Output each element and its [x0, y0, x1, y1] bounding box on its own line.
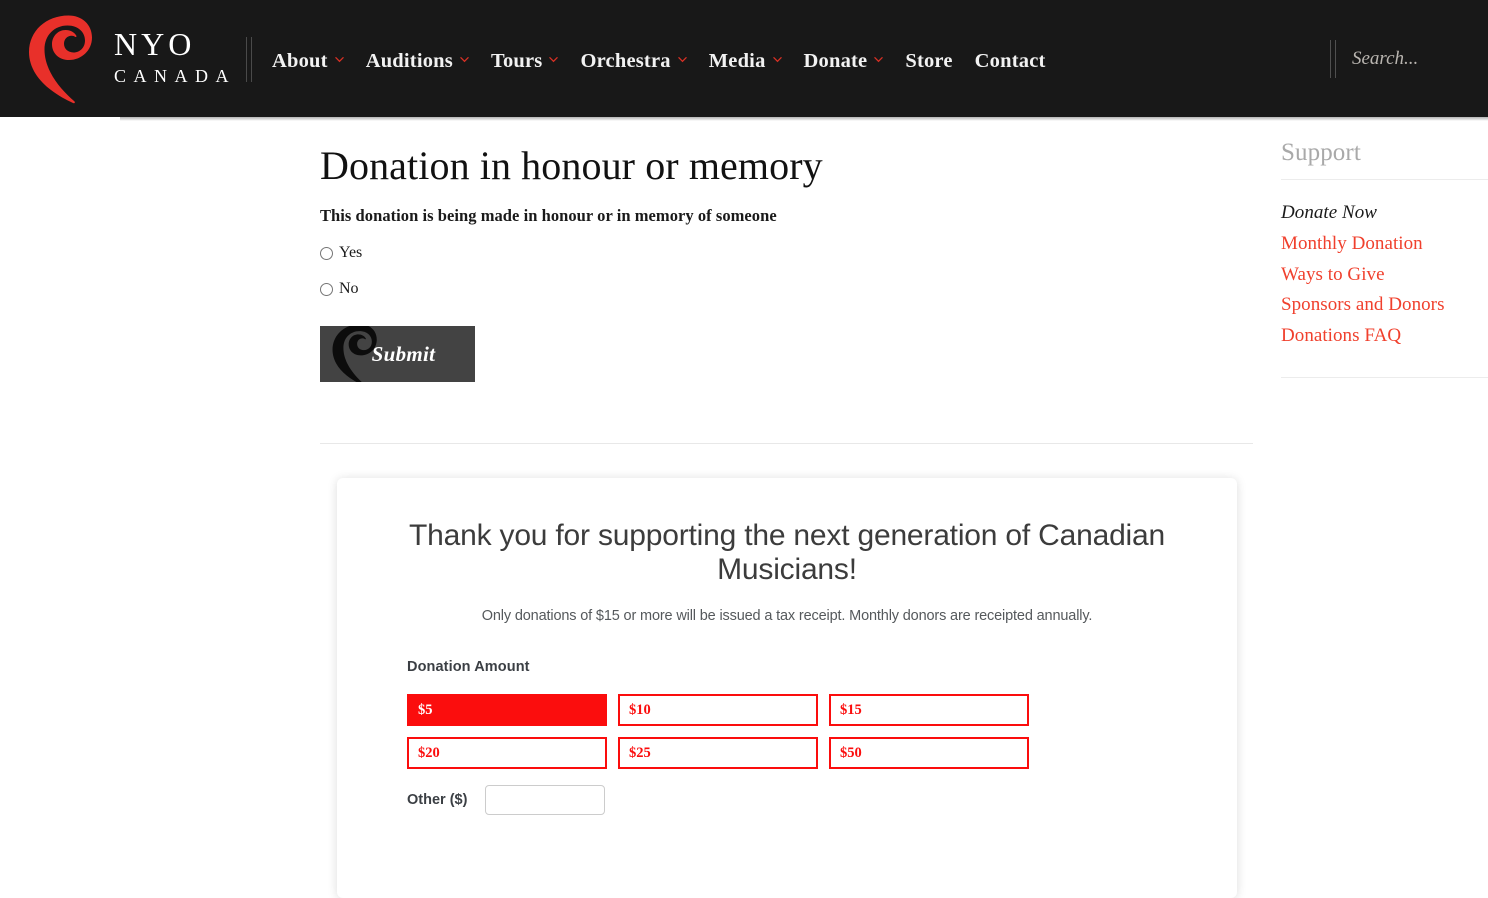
nav-label: Auditions — [365, 49, 453, 72]
radio-option-no[interactable]: No — [320, 280, 1255, 298]
nav-item-tours[interactable]: Tours — [491, 50, 559, 73]
radio-option-yes[interactable]: Yes — [320, 244, 1255, 262]
chevron-down-icon — [549, 55, 559, 64]
honour-memory-question-label: This donation is being made in honour or… — [320, 206, 777, 225]
chevron-down-icon — [677, 55, 687, 64]
nav-label: Media — [708, 49, 766, 72]
radio-yes-input[interactable] — [320, 246, 333, 260]
nav-item-auditions[interactable]: Auditions — [366, 50, 469, 73]
nav-item-store[interactable]: Store — [905, 50, 952, 73]
nav-label: Store — [905, 49, 953, 72]
nav-label: Donate — [803, 49, 868, 72]
nav-item-about[interactable]: About — [272, 50, 344, 73]
nav-item-contact[interactable]: Contact — [975, 50, 1046, 73]
sidebar-item-sponsors-and-donors[interactable]: Sponsors and Donors — [1281, 290, 1488, 321]
sidebar-item-monthly-donation[interactable]: Monthly Donation — [1281, 229, 1488, 260]
site-header: NYO CANADA About Auditions Tours Orchest… — [0, 0, 1488, 117]
sidebar-title: Support — [1281, 139, 1361, 166]
page-root: NYO CANADA About Auditions Tours Orchest… — [0, 0, 1488, 898]
sidebar-item-donate-now[interactable]: Donate Now — [1281, 198, 1488, 229]
nav-label: Tours — [490, 49, 543, 72]
chevron-down-icon — [874, 55, 884, 64]
support-sidebar: Support Donate Now Monthly Donation Ways… — [1281, 117, 1488, 378]
site-logo[interactable]: NYO CANADA — [24, 10, 236, 106]
chevron-down-icon — [460, 55, 469, 64]
nav-label: Orchestra — [580, 49, 671, 72]
amount-button-10[interactable]: $10 — [618, 694, 818, 727]
sidebar-divider-bottom — [1281, 376, 1488, 378]
submit-button[interactable]: Submit — [320, 326, 475, 382]
amount-button-20[interactable]: $20 — [407, 737, 607, 770]
amount-button-25[interactable]: $25 — [618, 737, 818, 770]
main-content: Donation in honour or memory This donati… — [320, 117, 1255, 444]
header-shadow-notch — [0, 117, 120, 121]
amount-button-15[interactable]: $15 — [829, 694, 1029, 727]
sidebar-divider-top — [1281, 179, 1488, 180]
search-input[interactable] — [1352, 44, 1476, 74]
nav-label: About — [272, 49, 328, 72]
donation-amount-label: Donation Amount — [407, 659, 530, 676]
header-divider-left — [246, 37, 252, 82]
content-divider — [320, 443, 1253, 444]
donation-card: Thank you for supporting the next genera… — [337, 478, 1237, 898]
bass-clef-spiral-icon — [24, 11, 98, 105]
donation-card-subtext: Only donations of $15 or more will be is… — [481, 608, 1093, 625]
radio-no-input[interactable] — [320, 282, 333, 296]
amount-button-50[interactable]: $50 — [829, 737, 1029, 770]
submit-button-label: Submit — [371, 341, 436, 366]
radio-no-label[interactable]: No — [339, 280, 359, 298]
sidebar-link-list: Donate Now Monthly Donation Ways to Give… — [1281, 198, 1488, 352]
nav-label: Contact — [974, 49, 1046, 72]
nav-item-donate[interactable]: Donate — [804, 50, 884, 73]
amount-button-5[interactable]: $5 — [407, 694, 607, 727]
header-divider-right — [1330, 40, 1336, 78]
other-amount-row: Other ($) — [407, 785, 1237, 816]
radio-yes-label[interactable]: Yes — [339, 244, 362, 262]
brand-line-2: CANADA — [114, 65, 237, 86]
chevron-down-icon — [334, 55, 344, 64]
nav-item-media[interactable]: Media — [709, 50, 782, 73]
other-amount-input[interactable] — [485, 785, 605, 816]
nav-item-orchestra[interactable]: Orchestra — [580, 49, 687, 73]
sidebar-item-ways-to-give[interactable]: Ways to Give — [1281, 260, 1488, 291]
brand-wordmark: NYO CANADA — [114, 26, 237, 88]
sidebar-item-donations-faq[interactable]: Donations FAQ — [1281, 321, 1488, 352]
donation-amount-section: Donation Amount $5 $10 $15 $20 $25 $50 O… — [337, 624, 1237, 816]
main-navigation: About Auditions Tours Orchestra Media Do… — [272, 46, 1046, 76]
chevron-down-icon — [772, 55, 782, 64]
other-amount-label: Other ($) — [407, 792, 468, 809]
donation-amount-grid: $5 $10 $15 $20 $25 $50 — [407, 694, 1237, 770]
donation-card-heading: Thank you for supporting the next genera… — [409, 519, 1165, 586]
brand-line-1: NYO — [114, 26, 196, 63]
page-title: Donation in honour or memory — [320, 143, 823, 188]
